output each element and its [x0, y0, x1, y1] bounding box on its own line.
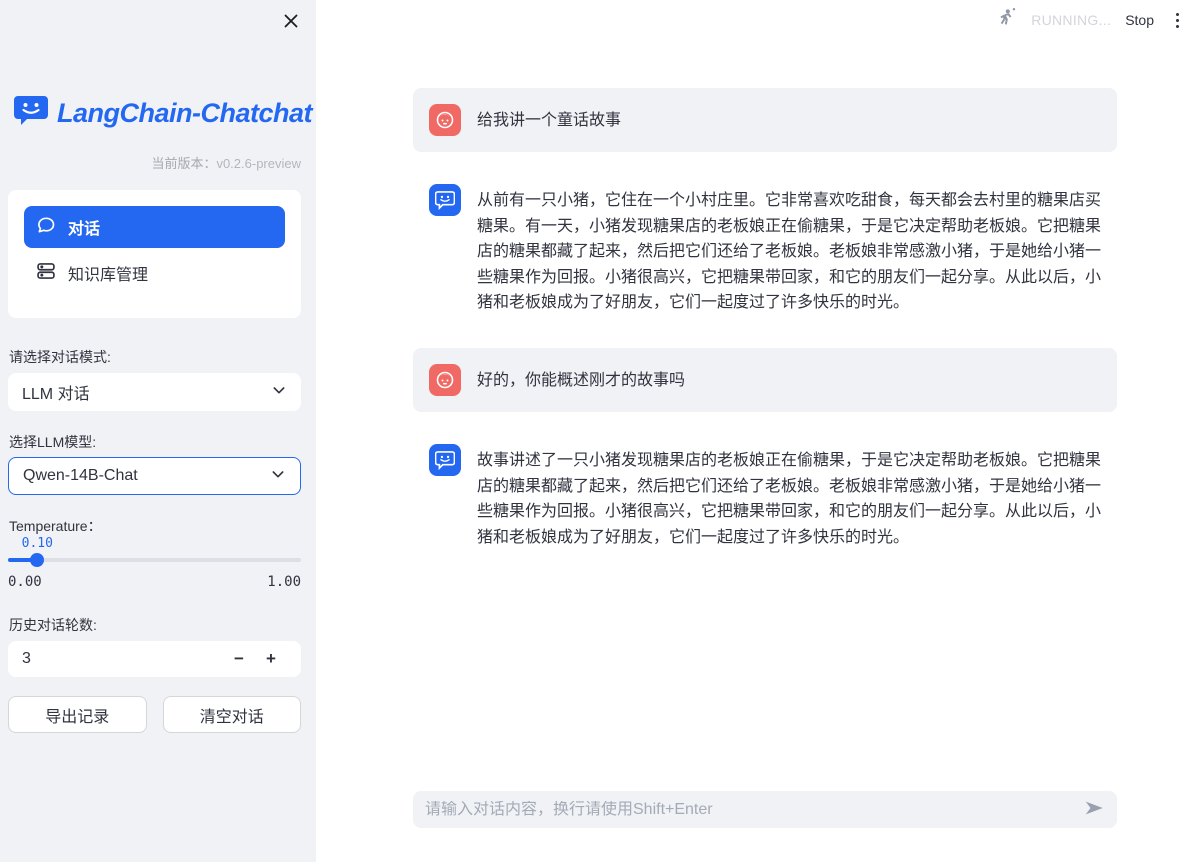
- message-text: 从前有一只小猪，它住在一个小村庄里。它非常喜欢吃甜食，每天都会去村里的糖果店买糖…: [477, 184, 1101, 316]
- chat-bubble-smiley-icon: [13, 94, 49, 132]
- sidebar: LangChain-Chatchat 当前版本：v0.2.6-preview 对…: [0, 0, 316, 862]
- running-status-text: RUNNING...: [1031, 12, 1111, 28]
- user-message: 好的，你能概述刚才的故事吗: [413, 348, 1117, 412]
- dialogue-mode-label: 请选择对话模式:: [9, 347, 111, 367]
- app-logo: LangChain-Chatchat: [13, 94, 312, 132]
- temperature-value: 0.10: [22, 536, 53, 551]
- chat-input[interactable]: [425, 801, 1083, 819]
- increment-button[interactable]: +: [255, 641, 287, 677]
- slider-max-label: 1.00: [267, 574, 301, 590]
- menu-item-label: 对话: [68, 215, 100, 239]
- menu-item-dialogue[interactable]: 对话: [24, 206, 285, 248]
- overflow-menu-button[interactable]: [1168, 7, 1187, 34]
- clear-dialogue-button[interactable]: 清空对话: [163, 696, 302, 733]
- decrement-button[interactable]: −: [223, 641, 255, 677]
- menu-item-label: 知识库管理: [68, 261, 148, 285]
- sidebar-close-button[interactable]: [277, 8, 305, 36]
- status-toolbar: RUNNING... Stop: [996, 0, 1199, 40]
- history-turns-value: 3: [22, 650, 223, 668]
- version-label: 当前版本：: [151, 156, 216, 171]
- version-number: v0.2.6-preview: [216, 156, 301, 171]
- assistant-avatar-icon: [429, 184, 461, 216]
- history-turns-stepper[interactable]: 3 − +: [8, 641, 301, 677]
- version-info: 当前版本：v0.2.6-preview: [151, 153, 301, 172]
- chat-input-bar: [413, 791, 1117, 828]
- chevron-down-icon: [271, 382, 287, 403]
- assistant-avatar-icon: [429, 444, 461, 476]
- message-text: 好的，你能概述刚才的故事吗: [477, 364, 685, 396]
- send-button[interactable]: [1083, 797, 1105, 822]
- close-icon: [283, 13, 299, 32]
- chat-bubble-icon: [36, 215, 56, 240]
- database-icon: [36, 261, 56, 286]
- slider-min-label: 0.00: [8, 574, 42, 590]
- message-text: 故事讲述了一只小猪发现糖果店的老板娘正在偷糖果，于是它决定帮助老板娘。它把糖果店…: [477, 444, 1101, 550]
- history-turns-label: 历史对话轮数:: [9, 615, 97, 635]
- llm-model-value: Qwen-14B-Chat: [23, 467, 138, 485]
- dialogue-mode-value: LLM 对话: [22, 380, 90, 404]
- assistant-message: 故事讲述了一只小猪发现糖果店的老板娘正在偷糖果，于是它决定帮助老板娘。它把糖果店…: [413, 428, 1117, 566]
- slider-track[interactable]: [8, 558, 301, 562]
- slider-range-labels: 0.00 1.00: [8, 574, 301, 590]
- temperature-label: Temperature：: [9, 516, 102, 536]
- running-man-icon: [996, 7, 1017, 33]
- chevron-down-icon: [270, 466, 286, 487]
- user-message: 给我讲一个童话故事: [413, 88, 1117, 152]
- chat-messages: 给我讲一个童话故事 从前有一只小猪，它住在一个小村庄里。它非常喜欢吃甜食，每天都…: [413, 88, 1117, 582]
- user-avatar-icon: [429, 364, 461, 396]
- assistant-message: 从前有一只小猪，它住在一个小村庄里。它非常喜欢吃甜食，每天都会去村里的糖果店买糖…: [413, 168, 1117, 332]
- stop-button[interactable]: Stop: [1125, 12, 1154, 28]
- sidebar-actions: 导出记录 清空对话: [8, 696, 301, 733]
- export-records-button[interactable]: 导出记录: [8, 696, 147, 733]
- sidebar-menu: 对话 知识库管理: [8, 190, 301, 318]
- app-window: LangChain-Chatchat 当前版本：v0.2.6-preview 对…: [0, 0, 1199, 862]
- app-title: LangChain-Chatchat: [57, 98, 312, 129]
- dialogue-mode-select[interactable]: LLM 对话: [8, 373, 301, 411]
- llm-model-select[interactable]: Qwen-14B-Chat: [8, 457, 301, 495]
- llm-model-label: 选择LLM模型:: [9, 432, 96, 452]
- menu-item-knowledge-base[interactable]: 知识库管理: [24, 252, 285, 294]
- slider-thumb[interactable]: [30, 553, 44, 567]
- user-avatar-icon: [429, 104, 461, 136]
- message-text: 给我讲一个童话故事: [477, 104, 621, 136]
- send-arrow-icon: [1083, 797, 1105, 822]
